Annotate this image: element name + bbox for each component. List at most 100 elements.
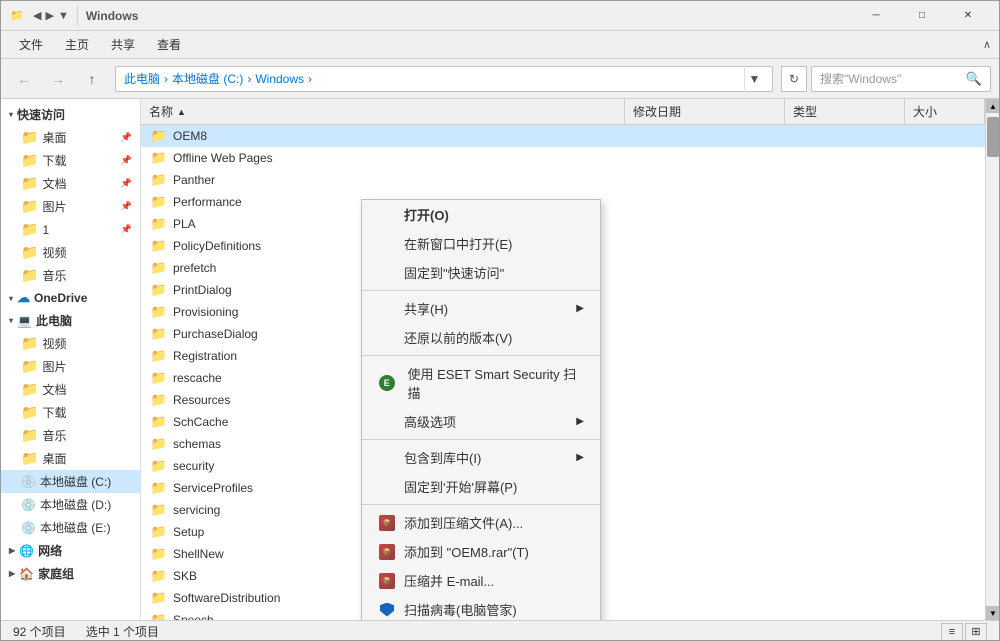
ctx-eset-scan[interactable]: E 使用 ESET Smart Security 扫描 [362,359,600,407]
col-header-name[interactable]: 名称 ▲ [141,99,625,124]
sidebar-label: 视频 [42,244,66,261]
sidebar-item-docs-qa[interactable]: 📁 文档 📌 [1,172,140,195]
ctx-restore-version[interactable]: 还原以前的版本(V) [362,323,600,352]
sidebar-drive-c[interactable]: 💿 本地磁盘 (C:) [1,470,140,493]
up-button[interactable]: ↑ [77,64,107,94]
ctx-share[interactable]: 共享(H) ▶ [362,294,600,323]
search-icon[interactable]: 🔍 [966,71,982,87]
folder-icon: 📁 [149,436,169,452]
folder-icon: 📁 [21,335,38,352]
title-bar: 📁 ◀ ▶ ▼ Windows ─ □ ✕ [1,1,999,31]
this-pc-label: 此电脑 [36,312,72,329]
col-header-date[interactable]: 修改日期 [625,99,785,124]
sidebar-label: 本地磁盘 (C:) [40,473,111,490]
folder-icon: 📁 [149,502,169,518]
refresh-button[interactable]: ↻ [781,66,807,92]
right-scrollbar[interactable]: ▲ ▼ [985,99,999,620]
address-this-pc[interactable]: 此电脑 [124,70,160,87]
sidebar-drive-d[interactable]: 💿 本地磁盘 (D:) [1,493,140,516]
title-bar-recent[interactable]: ▼ [58,10,69,22]
file-area: 名称 ▲ 修改日期 类型 大小 📁 OEM8 [141,99,985,620]
sidebar-item-docs-pc[interactable]: 📁 文档 [1,378,140,401]
onedrive-chevron: ▾ [9,294,13,303]
sidebar-label: 下载 [42,152,66,169]
menu-home[interactable]: 主页 [55,32,99,57]
menu-view[interactable]: 查看 [147,32,191,57]
scroll-down[interactable]: ▼ [986,606,999,620]
search-placeholder: 搜索"Windows" [820,70,901,87]
ctx-pin-quick-access[interactable]: 固定到"快速访问" [362,258,600,287]
ctx-sep-1 [362,290,600,291]
ctx-pin-start[interactable]: 固定到'开始'屏幕(P) [362,472,600,501]
shield-blue-icon [378,601,396,619]
library-icon [378,449,396,467]
folder-icon: 📁 [149,150,169,166]
back-button[interactable]: ← [9,64,39,94]
folder-icon: 📁 [149,568,169,584]
ctx-scan-virus[interactable]: 扫描病毒(电脑管家) [362,595,600,620]
col-header-type[interactable]: 类型 [785,99,905,124]
sidebar-item-1-qa[interactable]: 📁 1 📌 [1,218,140,241]
scroll-up[interactable]: ▲ [986,99,999,113]
file-row-oem8[interactable]: 📁 OEM8 [141,125,985,147]
sidebar-this-pc[interactable]: ▾ 💻 此电脑 [1,309,140,332]
sidebar-label: 1 [42,223,49,237]
toolbar: ← → ↑ 此电脑 › 本地磁盘 (C:) › Windows › ▼ ↻ 搜索… [1,59,999,99]
sidebar-item-downloads-pc[interactable]: 📁 下载 [1,401,140,424]
ctx-open[interactable]: 打开(O) [362,200,600,229]
sidebar-onedrive[interactable]: ▾ ☁ OneDrive [1,287,140,309]
sidebar-item-music-qa[interactable]: 📁 音乐 [1,264,140,287]
sidebar-item-music-pc[interactable]: 📁 音乐 [1,424,140,447]
sidebar-item-desktop-pc[interactable]: 📁 桌面 [1,447,140,470]
minimize-button[interactable]: ─ [853,1,899,31]
ctx-add-to-library[interactable]: 包含到库中(I) ▶ [362,443,600,472]
sidebar-homegroup[interactable]: ▶ 🏠 家庭组 [1,562,140,585]
folder-icon: 📁 [149,326,169,342]
eset-icon: E [378,374,395,392]
menu-chevron[interactable]: ∧ [983,38,991,51]
search-bar[interactable]: 搜索"Windows" 🔍 [811,66,991,92]
folder-icon: 📁 [149,238,169,254]
sidebar-label: 桌面 [42,129,66,146]
status-bar: 92 个项目 选中 1 个项目 ≡ ⊞ [1,620,999,641]
folder-icon: 📁 [149,480,169,496]
menu-file[interactable]: 文件 [9,32,53,57]
maximize-button[interactable]: □ [899,1,945,31]
address-local-disk[interactable]: 本地磁盘 (C:) [172,70,243,87]
ctx-add-to-rar[interactable]: 📦 添加到压缩文件(A)... [362,508,600,537]
sidebar-drive-e[interactable]: 💿 本地磁盘 (E:) [1,516,140,539]
onedrive-icon: ☁ [17,290,30,306]
folder-icon: 📁 [21,450,38,467]
sidebar-item-pics-qa[interactable]: 📁 图片 📌 [1,195,140,218]
ctx-compress-email[interactable]: 📦 压缩并 E-mail... [362,566,600,595]
title-bar-forward[interactable]: ▶ [45,9,53,22]
sidebar-quick-access[interactable]: ▾ 快速访问 [1,103,140,126]
col-header-size[interactable]: 大小 [905,99,985,124]
forward-button[interactable]: → [43,64,73,94]
view-grid-button[interactable]: ⊞ [965,623,987,641]
folder-icon: 📁 [21,404,38,421]
menu-share[interactable]: 共享 [101,32,145,57]
view-list-button[interactable]: ≡ [941,623,963,641]
sidebar-item-video-pc[interactable]: 📁 视频 [1,332,140,355]
file-row-offline[interactable]: 📁 Offline Web Pages [141,147,985,169]
ctx-open-new-window[interactable]: 在新窗口中打开(E) [362,229,600,258]
ctx-add-to-oem8-rar[interactable]: 📦 添加到 "OEM8.rar"(T) [362,537,600,566]
sidebar-item-downloads-qa[interactable]: 📁 下载 📌 [1,149,140,172]
folder-icon: 📁 [21,152,38,169]
ctx-arrow: ▶ [576,452,584,463]
homegroup-chevron: ▶ [9,569,15,578]
title-bar-back[interactable]: ◀ [33,9,41,22]
close-button[interactable]: ✕ [945,1,991,31]
address-windows[interactable]: Windows [255,72,304,86]
sidebar-item-desktop-qa[interactable]: 📁 桌面 📌 [1,126,140,149]
address-bar[interactable]: 此电脑 › 本地磁盘 (C:) › Windows › ▼ [115,66,773,92]
sidebar-network[interactable]: ▶ 🌐 网络 [1,539,140,562]
address-dropdown[interactable]: ▼ [744,66,764,92]
sidebar-item-video-qa[interactable]: 📁 视频 [1,241,140,264]
file-row-panther[interactable]: 📁 Panther [141,169,985,191]
ctx-advanced[interactable]: 高级选项 ▶ [362,407,600,436]
sidebar-item-pics-pc[interactable]: 📁 图片 [1,355,140,378]
folder-icon: 📁 [149,392,169,408]
restore-icon [378,329,396,347]
